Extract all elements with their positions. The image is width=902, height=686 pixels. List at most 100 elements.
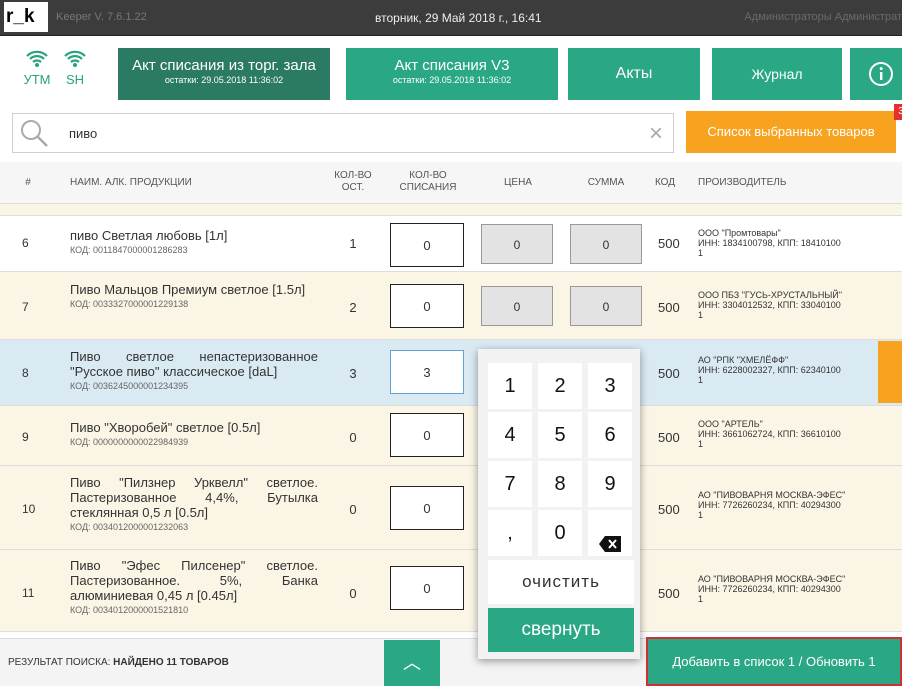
writeoff-qty-input[interactable]: 3 [390,350,464,394]
writeoff-qty-input[interactable]: 0 [390,486,464,530]
writeoff-qty-input[interactable]: 0 [390,413,464,457]
key-3[interactable]: 3 [588,363,632,409]
alco-code: 500 [658,300,680,315]
key-7[interactable]: 7 [488,461,532,507]
alco-code: 500 [658,586,680,601]
row-number: 7 [22,300,29,314]
table-row-partial [0,204,902,216]
key-9[interactable]: 9 [588,461,632,507]
table-row[interactable]: 6 пиво Светлая любовь [1л] КОД: 001184700… [0,216,902,272]
nav-acts[interactable]: Акты [568,48,700,100]
product-code: КОД: 0000000000022984939 [70,437,189,447]
search-icon [19,118,49,148]
collapse-keypad-button[interactable]: свернуть [488,608,634,652]
alco-code: 500 [658,366,680,381]
product-code: КОД: 0034012000001232063 [70,522,189,532]
wifi-icon [20,48,54,72]
sh-status[interactable]: SH [60,48,90,87]
nav-title: Журнал [751,66,803,82]
row-number: 10 [22,502,36,516]
chevron-up-icon: ︿ [403,653,421,673]
manufacturer: ООО ПБЗ "ГУСЬ-ХРУСТАЛЬНЫЙ" ИНН: 330401253… [698,290,842,320]
table-row[interactable]: 7 Пиво Мальцов Премиум светлое [1.5л] КОД… [0,272,902,340]
nav-subtitle: остатки: 29.05.2018 11:36:02 [392,75,512,85]
wifi-icon [60,48,90,72]
alco-code: 500 [658,430,680,445]
app-logo: r_k [4,2,48,32]
selected-count-badge: 3 [894,104,902,120]
table-header: # НАИМ. АЛК. ПРОДУКЦИИ КОЛ-ВО ОСТ. КОЛ-В… [0,162,902,204]
key-2[interactable]: 2 [538,363,582,409]
search-input[interactable]: пиво × [12,113,674,153]
price-field: 0 [481,224,553,264]
product-name: Пиво светлое непастеризованное "Русское … [70,349,318,394]
stock-qty: 0 [349,502,357,517]
clear-search-icon[interactable]: × [649,120,663,148]
writeoff-qty-input[interactable]: 0 [390,566,464,610]
title-bar: r_k Keeper V. 7.6.1.22 вторник, 29 Май 2… [0,0,902,36]
col-stock: КОЛ-ВО ОСТ. [334,170,372,193]
nav-writeoff-v3[interactable]: Акт списания V3 остатки: 29.05.2018 11:3… [346,48,558,100]
row-selected-marker [878,341,902,403]
numeric-keypad: 1 2 3 4 5 6 7 8 9 , 0 очистить свернуть [478,349,640,659]
stock-qty: 2 [349,300,357,315]
row-number: 11 [22,586,35,600]
product-code: КОД: 0011847000001286283 [70,245,188,255]
scroll-up-button[interactable]: ︿ [384,640,440,686]
sh-label: SH [65,72,85,87]
product-name: Пиво "Пилзнер Урквелл" светлое. Пастериз… [70,475,318,535]
col-name: НАИМ. АЛК. ПРОДУКЦИИ [70,177,192,188]
selected-items-button[interactable]: Список выбранных товаров [686,111,896,153]
key-comma[interactable]: , [488,510,532,556]
sum-field: 0 [570,286,642,326]
stock-qty: 0 [349,586,357,601]
table-row[interactable]: 11 Пиво "Эфес Пилсенер" светлое. Пастери… [0,550,902,632]
key-1[interactable]: 1 [488,363,532,409]
row-number: 8 [22,366,29,380]
nav-writeoff-trade-hall[interactable]: Акт списания из торг. зала остатки: 29.0… [118,48,330,100]
product-code: КОД: 0034012000001521810 [70,605,189,615]
table-row[interactable]: 9 Пиво "Хворобей" светлое [0.5л] КОД: 000… [0,406,902,466]
search-query: пиво [69,126,98,141]
utm-status[interactable]: УТМ [20,48,54,87]
col-maker: ПРОИЗВОДИТЕЛЬ [698,177,787,188]
stock-qty: 0 [349,430,357,445]
row-number: 6 [22,236,29,250]
product-code: КОД: 0036245000001234395 [70,381,189,391]
date-time: вторник, 29 Май 2018 г., 16:41 [375,11,542,25]
manufacturer: АО "ПИВОВАРНЯ МОСКВА-ЭФЕС" ИНН: 772626023… [698,490,846,520]
alco-code: 500 [658,236,680,251]
product-name: Пиво Мальцов Премиум светлое [1.5л] КОД: … [70,282,318,312]
add-to-list-button[interactable]: Добавить в список 1 / Обновить 1 [646,637,902,686]
user-name: Администраторы Администрат [744,11,902,23]
table-row-selected[interactable]: 8 Пиво светлое непастеризованное "Русско… [0,340,902,406]
info-button[interactable] [850,48,902,100]
key-5[interactable]: 5 [538,412,582,458]
writeoff-qty-input[interactable]: 0 [390,223,464,267]
manufacturer: АО "ПИВОВАРНЯ МОСКВА-ЭФЕС" ИНН: 772626023… [698,574,846,604]
col-code: КОД [654,177,676,188]
table-row[interactable]: 10 Пиво "Пилзнер Урквелл" светлое. Пасте… [0,466,902,550]
clear-button[interactable]: очистить [488,560,634,604]
row-number: 9 [22,430,29,444]
key-0[interactable]: 0 [538,510,582,556]
search-result: РЕЗУЛЬТАТ ПОИСКА: НАЙДЕНО 11 ТОВАРОВ [8,657,229,668]
col-sum: СУММА [587,177,625,188]
product-code: КОД: 0033327000001229138 [70,299,189,309]
key-backspace[interactable] [588,510,632,556]
col-num: # [25,177,31,188]
key-4[interactable]: 4 [488,412,532,458]
col-qty: КОЛ-ВО СПИСАНИЯ [399,170,457,193]
nav-title: Акт списания V3 [394,57,510,74]
price-field: 0 [481,286,553,326]
key-6[interactable]: 6 [588,412,632,458]
manufacturer: ООО "АРТЕЛЬ" ИНН: 3661062724, КПП: 366101… [698,419,841,449]
nav-title: Акты [615,65,653,82]
product-name: Пиво "Хворобей" светлое [0.5л] КОД: 00000… [70,420,318,450]
nav-subtitle: остатки: 29.05.2018 11:36:02 [164,75,284,85]
key-8[interactable]: 8 [538,461,582,507]
stock-qty: 3 [349,366,357,381]
product-name: Пиво "Эфес Пилсенер" светлое. Пастеризов… [70,558,318,618]
writeoff-qty-input[interactable]: 0 [390,284,464,328]
nav-journal[interactable]: Журнал [712,48,842,100]
